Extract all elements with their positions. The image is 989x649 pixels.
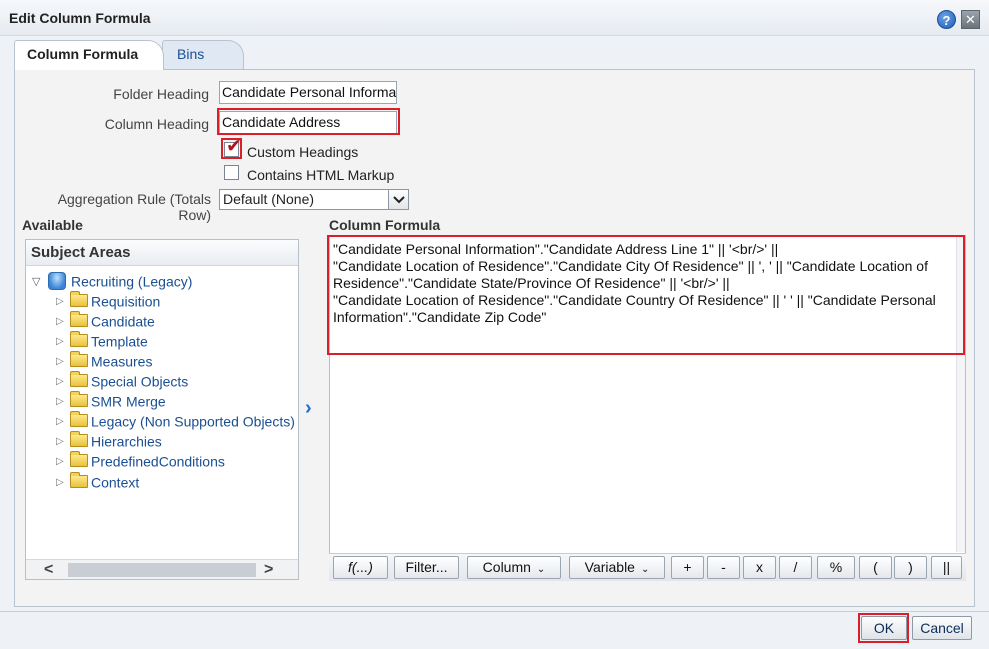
- multiply-operator-button[interactable]: x: [743, 556, 776, 579]
- available-heading: Available: [22, 217, 83, 233]
- folder-icon: [70, 350, 88, 367]
- vertical-scrollbar[interactable]: [956, 236, 965, 552]
- tree-item-label: Measures: [91, 353, 153, 370]
- tree-item-label: Template: [91, 333, 148, 350]
- collapsed-triangle-icon[interactable]: ▷: [56, 416, 70, 427]
- folder-icon: [70, 450, 88, 467]
- html-markup-checkbox[interactable]: [224, 165, 239, 180]
- collapsed-triangle-icon[interactable]: ▷: [56, 316, 70, 327]
- chevron-down-icon: ⌄: [640, 564, 650, 575]
- expanded-triangle-icon[interactable]: ▽: [32, 275, 46, 288]
- column-formula-text[interactable]: "Candidate Personal Information"."Candid…: [333, 241, 953, 326]
- minus-operator-button[interactable]: -: [707, 556, 740, 579]
- column-heading-field[interactable]: Candidate Address: [219, 111, 397, 134]
- dialog-titlebar: Edit Column Formula ? ✕: [0, 0, 989, 36]
- tree-item-label: Requisition: [91, 293, 161, 310]
- tree-item-label: Legacy (Non Supported Objects): [91, 413, 295, 430]
- tree-item-measures[interactable]: ▷ Measures: [56, 350, 153, 372]
- tab-bins[interactable]: Bins: [162, 40, 244, 69]
- variable-dropdown-button[interactable]: Variable ⌄: [569, 556, 665, 579]
- column-formula-panel: Folder Heading Candidate Personal Inform…: [14, 69, 975, 607]
- folder-icon: [70, 290, 88, 307]
- column-formula-editor[interactable]: "Candidate Personal Information"."Candid…: [329, 235, 966, 581]
- tree-item-label: Special Objects: [91, 373, 189, 390]
- tree-item-smr-merge[interactable]: ▷ SMR Merge: [56, 390, 166, 412]
- tree-item-requisition[interactable]: ▷ Requisition: [56, 290, 161, 312]
- plus-operator-button[interactable]: +: [671, 556, 704, 579]
- chevron-down-icon[interactable]: [388, 189, 409, 210]
- scrollbar-thumb[interactable]: [68, 563, 256, 577]
- collapsed-triangle-icon[interactable]: ▷: [56, 356, 70, 367]
- tree-item-label: Context: [91, 474, 140, 491]
- folder-icon: [70, 430, 88, 447]
- collapsed-triangle-icon[interactable]: ▷: [56, 336, 70, 347]
- aggregation-rule-value: Default (None): [223, 191, 315, 207]
- footer-divider: [0, 611, 989, 612]
- custom-headings-checkbox[interactable]: ✔: [224, 137, 242, 157]
- folder-icon: [70, 471, 88, 488]
- folder-icon: [70, 330, 88, 347]
- tree-root-recruiting[interactable]: ▽ Recruiting (Legacy): [32, 272, 192, 292]
- tree-item-context[interactable]: ▷ Context: [56, 471, 140, 493]
- percent-operator-button[interactable]: %: [817, 556, 855, 579]
- variable-button-label: Variable: [584, 559, 635, 575]
- html-markup-label: Contains HTML Markup: [247, 167, 395, 183]
- tree-item-hierarchies[interactable]: ▷ Hierarchies: [56, 430, 162, 452]
- collapsed-triangle-icon[interactable]: ▷: [56, 477, 70, 488]
- add-to-formula-arrow-icon[interactable]: ›: [305, 398, 312, 418]
- help-icon[interactable]: ?: [937, 10, 956, 29]
- collapsed-triangle-icon[interactable]: ▷: [56, 396, 70, 407]
- tab-column-formula[interactable]: Column Formula: [14, 40, 164, 70]
- subject-areas-panel: Subject Areas ▽ Recruiting (Legacy) ▷ Requ…: [25, 239, 299, 580]
- close-paren-button[interactable]: ): [894, 556, 927, 579]
- column-button-label: Column: [482, 559, 531, 575]
- tree-item-label: SMR Merge: [91, 393, 166, 410]
- function-button[interactable]: f(...): [333, 556, 388, 579]
- close-icon[interactable]: ✕: [961, 10, 980, 29]
- scroll-left-icon[interactable]: <: [44, 560, 53, 580]
- concat-operator-button[interactable]: ||: [931, 556, 962, 579]
- folder-icon: [70, 370, 88, 387]
- folder-heading-field[interactable]: Candidate Personal Information: [219, 81, 397, 104]
- column-formula-heading: Column Formula: [329, 217, 441, 233]
- scroll-right-icon[interactable]: >: [264, 560, 273, 580]
- open-paren-button[interactable]: (: [859, 556, 892, 579]
- aggregation-rule-select[interactable]: Default (None): [219, 189, 409, 210]
- tree-item-legacy[interactable]: ▷ Legacy (Non Supported Objects): [56, 410, 295, 432]
- tree-root-label: Recruiting (Legacy): [71, 273, 193, 290]
- collapsed-triangle-icon[interactable]: ▷: [56, 376, 70, 387]
- folder-icon: [70, 410, 88, 427]
- collapsed-triangle-icon[interactable]: ▷: [56, 456, 70, 467]
- subject-area-icon: [48, 272, 66, 291]
- collapsed-triangle-icon[interactable]: ▷: [56, 436, 70, 447]
- cancel-button[interactable]: Cancel: [912, 616, 972, 640]
- ok-button[interactable]: OK: [861, 616, 907, 640]
- tree-item-label: PredefinedConditions: [91, 453, 225, 470]
- tree-item-special-objects[interactable]: ▷ Special Objects: [56, 370, 189, 392]
- subject-areas-title: Subject Areas: [26, 240, 298, 266]
- custom-headings-label: Custom Headings: [247, 144, 359, 160]
- dialog-title: Edit Column Formula: [9, 10, 151, 26]
- chevron-down-icon: ⌄: [536, 564, 546, 575]
- checkmark-icon: ✔: [226, 136, 242, 157]
- column-heading-label: Column Heading: [104, 116, 209, 132]
- formula-toolbar: f(...) Filter... Column ⌄ Variable ⌄ + - x…: [329, 553, 966, 581]
- filter-button[interactable]: Filter...: [394, 556, 459, 579]
- tree-item-label: Candidate: [91, 313, 155, 330]
- tree-item-template[interactable]: ▷ Template: [56, 330, 148, 352]
- tree-item-candidate[interactable]: ▷ Candidate: [56, 310, 155, 332]
- column-dropdown-button[interactable]: Column ⌄: [467, 556, 561, 579]
- tree-item-predefined-conditions[interactable]: ▷ PredefinedConditions: [56, 450, 225, 472]
- folder-icon: [70, 310, 88, 327]
- tree-item-label: Hierarchies: [91, 433, 162, 450]
- collapsed-triangle-icon[interactable]: ▷: [56, 296, 70, 307]
- horizontal-scrollbar[interactable]: < >: [26, 559, 298, 579]
- folder-icon: [70, 390, 88, 407]
- folder-heading-label: Folder Heading: [113, 86, 209, 102]
- divide-operator-button[interactable]: /: [779, 556, 812, 579]
